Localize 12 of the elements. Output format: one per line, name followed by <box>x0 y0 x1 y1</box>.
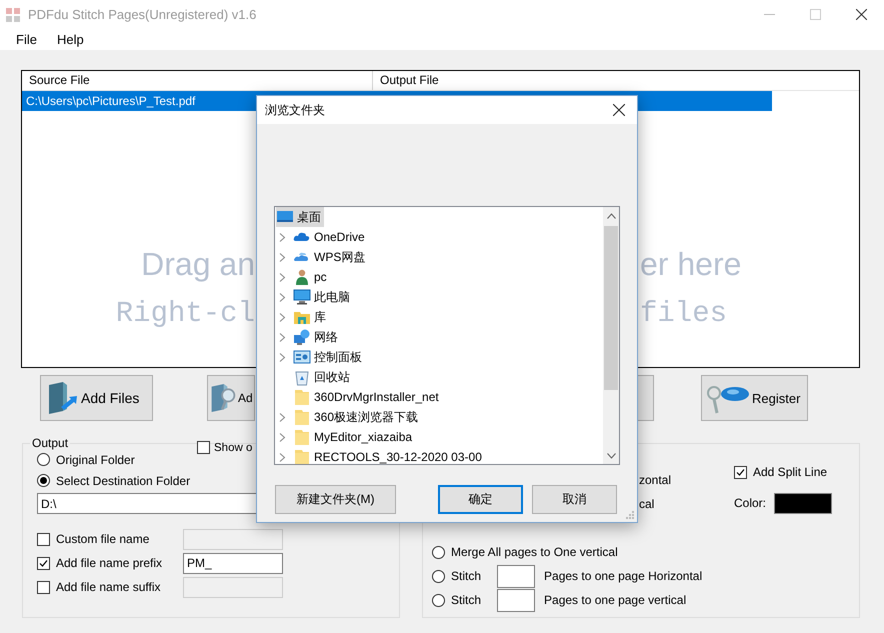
color-label: Color: <box>734 496 766 510</box>
option-label: cal <box>639 497 654 511</box>
drop-hint: Right-cl <box>114 296 255 332</box>
option-label: zontal <box>639 473 672 487</box>
drop-hint: Drag an <box>140 245 255 284</box>
drop-hint: files <box>639 296 728 332</box>
option-label: Pages to one page Horizontal <box>544 569 702 583</box>
group-title: Output <box>30 436 70 450</box>
drop-hint: er here <box>639 245 742 284</box>
window-title: PDFdu Stitch Pages(Unregistered) v1.6 <box>28 7 256 22</box>
dialog-title: 浏览文件夹 <box>265 102 325 118</box>
option-label: Pages to one page vertical <box>544 593 686 607</box>
